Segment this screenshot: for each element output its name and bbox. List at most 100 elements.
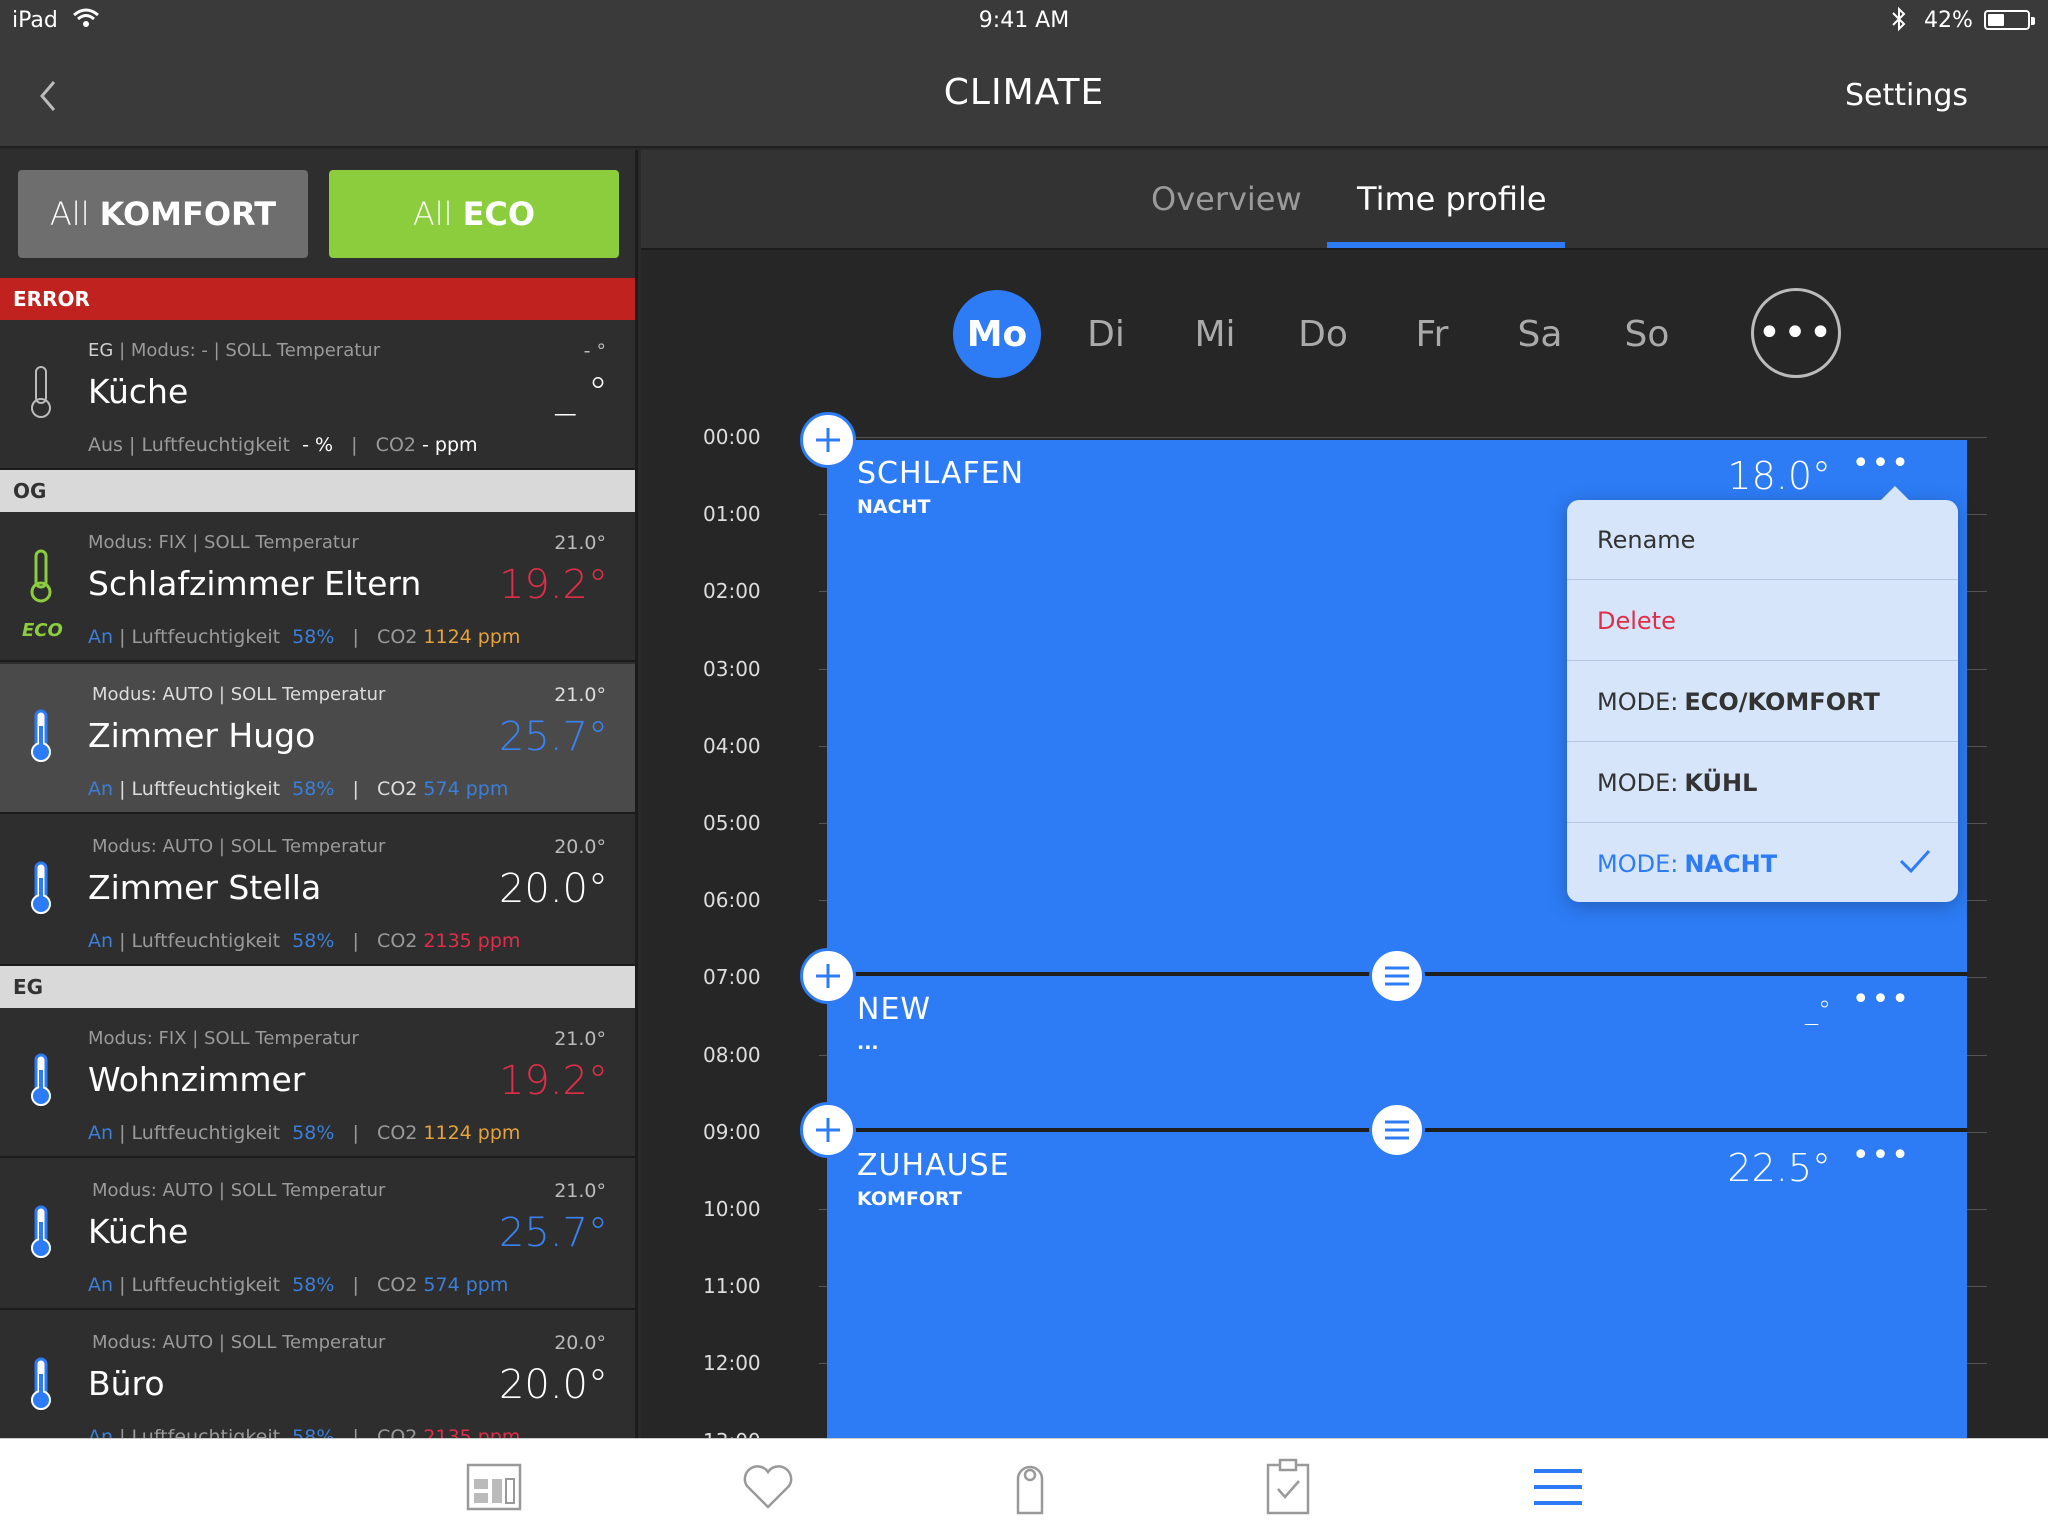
mode-label: MODE: bbox=[1597, 687, 1679, 716]
co2-label: CO2 bbox=[377, 626, 418, 648]
thermometer-icon bbox=[26, 1356, 56, 1412]
humidity-value: 58% bbox=[292, 1274, 335, 1296]
more-options-button[interactable]: ••• bbox=[1751, 288, 1841, 378]
mode-eco-komfort-menu-item[interactable]: MODE: ECO/KOMFORT bbox=[1567, 662, 1958, 742]
all-komfort-prefix: All bbox=[49, 195, 90, 233]
rename-menu-item[interactable]: Rename bbox=[1567, 500, 1958, 580]
room-item-schlafzimmer-eltern[interactable]: ECO Modus: FIX | SOLL Temperatur 21.0° S… bbox=[0, 512, 635, 662]
room-target-temp: 21.0° bbox=[554, 684, 606, 706]
humidity-value: 58% bbox=[292, 626, 335, 648]
favorite-icon[interactable] bbox=[738, 1457, 798, 1517]
room-info: An | Luftfeuchtigkeit 58% | CO2 2135 ppm bbox=[88, 930, 521, 952]
add-block-plus-icon[interactable] bbox=[800, 412, 856, 468]
room-meta: Modus: AUTO | SOLL Temperatur bbox=[92, 684, 386, 705]
room-item-wohnzimmer[interactable]: Modus: FIX | SOLL Temperatur 21.0° Wohnz… bbox=[0, 1008, 635, 1158]
status-bar: iPad 9:41 AM 42% bbox=[0, 0, 2048, 40]
day-sunday[interactable]: So bbox=[1603, 290, 1691, 378]
add-block-plus-icon[interactable] bbox=[800, 948, 856, 1004]
door-hanger-icon[interactable] bbox=[1000, 1457, 1060, 1517]
co2-label: CO2 bbox=[377, 1122, 418, 1144]
room-power: An bbox=[88, 626, 114, 648]
room-name: Zimmer Stella bbox=[88, 868, 322, 907]
settings-button[interactable]: Settings bbox=[1845, 78, 1968, 113]
clock: 9:41 AM bbox=[978, 8, 1070, 33]
humidity-label: | Luftfeuchtigkeit bbox=[129, 434, 290, 456]
co2-value: 1124 ppm bbox=[423, 1122, 521, 1144]
block-mode: KOMFORT bbox=[857, 1188, 962, 1210]
room-power: Aus bbox=[88, 434, 123, 456]
active-tab-indicator bbox=[1327, 242, 1565, 248]
room-power: An bbox=[88, 930, 114, 952]
room-floor: EG bbox=[88, 340, 114, 361]
mode-label: MODE: bbox=[1597, 768, 1679, 797]
room-meta: Modus: FIX | SOLL Temperatur bbox=[88, 1028, 359, 1049]
day-monday[interactable]: Mo bbox=[953, 290, 1041, 378]
room-target-temp: - ° bbox=[583, 340, 606, 362]
dashboard-icon[interactable] bbox=[464, 1457, 524, 1517]
block-more-button[interactable]: ••• bbox=[1852, 982, 1911, 1017]
hour-label: 11:00 bbox=[703, 1274, 761, 1298]
room-meta: Modus: AUTO | SOLL Temperatur bbox=[92, 1180, 386, 1201]
day-tuesday[interactable]: Di bbox=[1062, 290, 1150, 378]
co2-value: 2135 ppm bbox=[423, 1426, 521, 1438]
hour-label: 09:00 bbox=[703, 1120, 761, 1144]
tab-time-profile[interactable]: Time profile bbox=[1357, 180, 1547, 218]
room-current-temp: 19.2° bbox=[498, 562, 608, 608]
day-saturday[interactable]: Sa bbox=[1496, 290, 1584, 378]
day-friday[interactable]: Fr bbox=[1388, 290, 1476, 378]
room-info: An | Luftfeuchtigkeit 58% | CO2 574 ppm bbox=[88, 1274, 509, 1296]
section-header-error: ERROR bbox=[0, 278, 635, 320]
hour-label: 00:00 bbox=[703, 425, 761, 449]
room-target-temp: 21.0° bbox=[554, 532, 606, 554]
room-item-kueche[interactable]: Modus: AUTO | SOLL Temperatur 21.0° Küch… bbox=[0, 1160, 635, 1310]
drag-handle-icon[interactable] bbox=[1369, 1102, 1425, 1158]
co2-label: CO2 bbox=[377, 778, 418, 800]
hour-label: 06:00 bbox=[703, 888, 761, 912]
schedule-block-zuhause[interactable]: ZUHAUSE KOMFORT 22.5° ••• bbox=[827, 1132, 1967, 1438]
block-more-button[interactable]: ••• bbox=[1852, 1138, 1911, 1173]
room-name: Schlafzimmer Eltern bbox=[88, 564, 422, 603]
block-more-button[interactable]: ••• bbox=[1852, 446, 1911, 481]
all-eco-button[interactable]: All ECO bbox=[329, 170, 619, 258]
room-current-temp: 20.0° bbox=[498, 866, 608, 912]
menu-icon[interactable] bbox=[1528, 1457, 1588, 1517]
humidity-label: | Luftfeuchtigkeit bbox=[119, 778, 281, 800]
mode-value: NACHT bbox=[1684, 850, 1778, 878]
room-current-temp: 25.7° bbox=[498, 1210, 608, 1256]
delete-menu-item[interactable]: Delete bbox=[1567, 581, 1958, 661]
hour-label: 03:00 bbox=[703, 657, 761, 681]
room-power: An bbox=[88, 778, 114, 800]
battery-icon bbox=[1984, 10, 2035, 30]
block-name: NEW bbox=[857, 992, 932, 1027]
co2-label: CO2 bbox=[377, 930, 418, 952]
room-item-kueche-error[interactable]: EG | Modus: - | SOLL Temperatur - ° Küch… bbox=[0, 320, 635, 470]
room-item-zimmer-stella[interactable]: Modus: AUTO | SOLL Temperatur 20.0° Zimm… bbox=[0, 816, 635, 966]
humidity-value: 58% bbox=[292, 930, 335, 952]
co2-value: 574 ppm bbox=[423, 1274, 509, 1296]
mode-value: KÜHL bbox=[1684, 768, 1758, 797]
nav-bar: CLIMATE Settings bbox=[0, 40, 2048, 148]
room-item-buero[interactable]: Modus: AUTO | SOLL Temperatur 20.0° Büro… bbox=[0, 1312, 635, 1438]
hour-label: 13:00 bbox=[703, 1429, 761, 1438]
all-komfort-button[interactable]: All KOMFORT bbox=[18, 170, 308, 258]
mode-nacht-menu-item[interactable]: MODE: NACHT bbox=[1567, 824, 1958, 904]
add-block-plus-icon[interactable] bbox=[800, 1102, 856, 1158]
hour-label: 01:00 bbox=[703, 502, 761, 526]
room-meta: Modus: AUTO | SOLL Temperatur bbox=[92, 836, 386, 857]
room-power: An bbox=[88, 1274, 114, 1296]
hour-gridline bbox=[819, 437, 1987, 438]
room-meta: Modus: FIX | SOLL Temperatur bbox=[88, 532, 359, 553]
tab-overview[interactable]: Overview bbox=[1151, 180, 1302, 218]
room-power: An bbox=[88, 1122, 114, 1144]
clipboard-icon[interactable] bbox=[1258, 1457, 1318, 1517]
thermometer-icon bbox=[26, 1204, 56, 1260]
drag-handle-icon[interactable] bbox=[1369, 948, 1425, 1004]
humidity-value: - % bbox=[302, 434, 334, 456]
humidity-label: | Luftfeuchtigkeit bbox=[119, 1426, 281, 1438]
room-item-zimmer-hugo[interactable]: Modus: AUTO | SOLL Temperatur 21.0° Zimm… bbox=[0, 664, 635, 814]
day-thursday[interactable]: Do bbox=[1279, 290, 1367, 378]
day-wednesday[interactable]: Mi bbox=[1171, 290, 1259, 378]
thermometer-icon bbox=[26, 1052, 56, 1108]
room-name: Büro bbox=[88, 1364, 165, 1403]
mode-kuehl-menu-item[interactable]: MODE: KÜHL bbox=[1567, 743, 1958, 823]
